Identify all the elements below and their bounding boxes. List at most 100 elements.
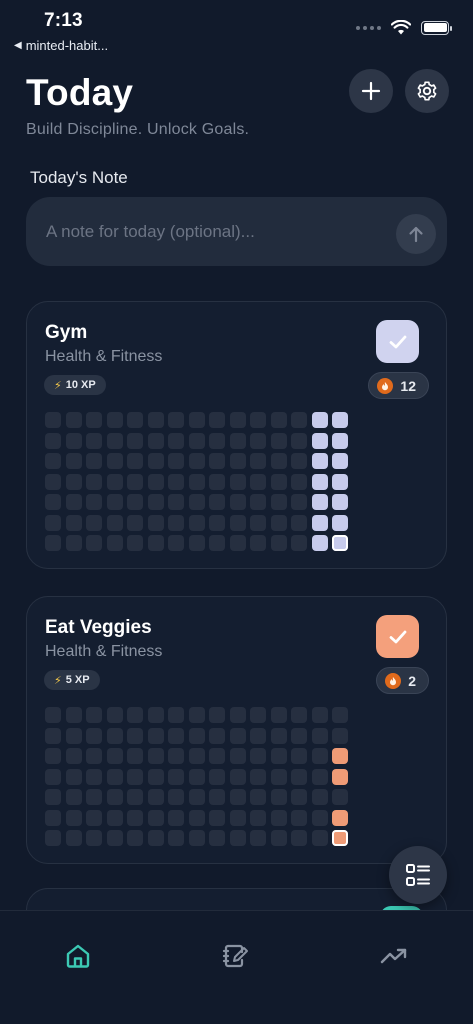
history-cell [188, 473, 205, 490]
history-cell [291, 748, 307, 764]
history-cell [250, 768, 266, 785]
history-cell-today [332, 535, 348, 551]
history-cell [86, 535, 102, 551]
history-cell [127, 727, 143, 744]
history-cell [209, 494, 225, 510]
back-to-app-link[interactable]: ◀ minted-habit... [14, 38, 108, 53]
history-cell-completed [332, 514, 348, 531]
history-cell-completed [311, 473, 328, 490]
note-input[interactable] [46, 197, 386, 266]
history-cell [106, 809, 123, 826]
history-cell [332, 707, 348, 723]
history-cell-completed [332, 809, 348, 826]
history-cell [188, 453, 205, 469]
lightning-icon: ⚡ [54, 674, 62, 687]
history-cell [147, 412, 164, 428]
settings-button[interactable] [405, 69, 449, 113]
history-cell-completed [332, 412, 348, 428]
history-cell [147, 514, 164, 531]
history-cell [106, 535, 123, 551]
history-cell [147, 809, 164, 826]
send-note-button[interactable] [396, 214, 436, 254]
history-cell [209, 830, 225, 846]
history-cell [250, 809, 266, 826]
xp-value: 5 XP [65, 674, 90, 686]
history-cell [147, 535, 164, 551]
history-cell [147, 768, 164, 785]
history-cell [45, 748, 61, 764]
page-subtitle: Build Discipline. Unlock Goals. [26, 121, 250, 138]
history-cell [168, 748, 184, 764]
history-cell [209, 707, 225, 723]
history-cell [229, 432, 246, 449]
history-cell [147, 453, 164, 469]
history-cell [250, 453, 266, 469]
status-time: 7:13 [44, 10, 83, 31]
history-cell [229, 494, 246, 510]
history-cell [45, 514, 61, 531]
history-cell [106, 789, 123, 805]
history-cell [209, 432, 225, 449]
history-cell [147, 432, 164, 449]
history-cell [127, 707, 143, 723]
history-cell [168, 727, 184, 744]
history-cell [188, 514, 205, 531]
history-cell [291, 514, 307, 531]
back-triangle-icon: ◀ [14, 40, 22, 51]
xp-badge: ⚡ 10 XP [44, 375, 106, 395]
history-cell [147, 748, 164, 764]
history-cell [188, 432, 205, 449]
history-cell [270, 707, 287, 723]
history-cell [270, 473, 287, 490]
history-cell [86, 748, 102, 764]
history-cell [168, 514, 184, 531]
history-cell [106, 768, 123, 785]
view-toggle-button[interactable] [389, 846, 447, 904]
streak-badge: 12 [368, 372, 429, 399]
history-cell [168, 412, 184, 428]
history-cell [65, 453, 82, 469]
history-cell [209, 768, 225, 785]
habit-category: Health & Fitness [45, 348, 163, 365]
habit-card-gym[interactable]: Gym Health & Fitness ⚡ 10 XP 12 [26, 301, 447, 569]
history-cell [45, 473, 61, 490]
history-cell [106, 748, 123, 764]
history-cell [188, 789, 205, 805]
history-cell [311, 830, 328, 846]
history-cell [291, 768, 307, 785]
history-cell [250, 432, 266, 449]
history-cell-completed [332, 453, 348, 469]
history-cell [250, 412, 266, 428]
tab-journal[interactable] [215, 939, 255, 973]
history-cell [270, 830, 287, 846]
complete-habit-button[interactable] [376, 320, 419, 363]
tab-home[interactable] [58, 939, 98, 973]
history-cell [127, 768, 143, 785]
checkmark-icon [389, 630, 406, 643]
history-cell [86, 453, 102, 469]
history-cell [65, 748, 82, 764]
history-cell [250, 830, 266, 846]
history-cell [209, 789, 225, 805]
add-habit-button[interactable] [349, 69, 393, 113]
history-cell [65, 514, 82, 531]
history-cell [291, 432, 307, 449]
history-cell [188, 494, 205, 510]
complete-habit-button[interactable] [376, 615, 419, 658]
plus-icon [361, 81, 381, 101]
history-cell-completed [311, 453, 328, 469]
history-cell [188, 727, 205, 744]
history-cell [86, 727, 102, 744]
history-cell [250, 789, 266, 805]
history-cell [188, 535, 205, 551]
history-cell [168, 768, 184, 785]
habit-card-eat-veggies[interactable]: Eat Veggies Health & Fitness ⚡ 5 XP 2 [26, 596, 447, 864]
history-cell [270, 432, 287, 449]
history-cell [270, 748, 287, 764]
history-cell [188, 707, 205, 723]
history-cell [250, 748, 266, 764]
history-cell-completed [311, 494, 328, 510]
tab-stats[interactable] [374, 939, 414, 973]
history-cell [209, 473, 225, 490]
history-cell [106, 494, 123, 510]
